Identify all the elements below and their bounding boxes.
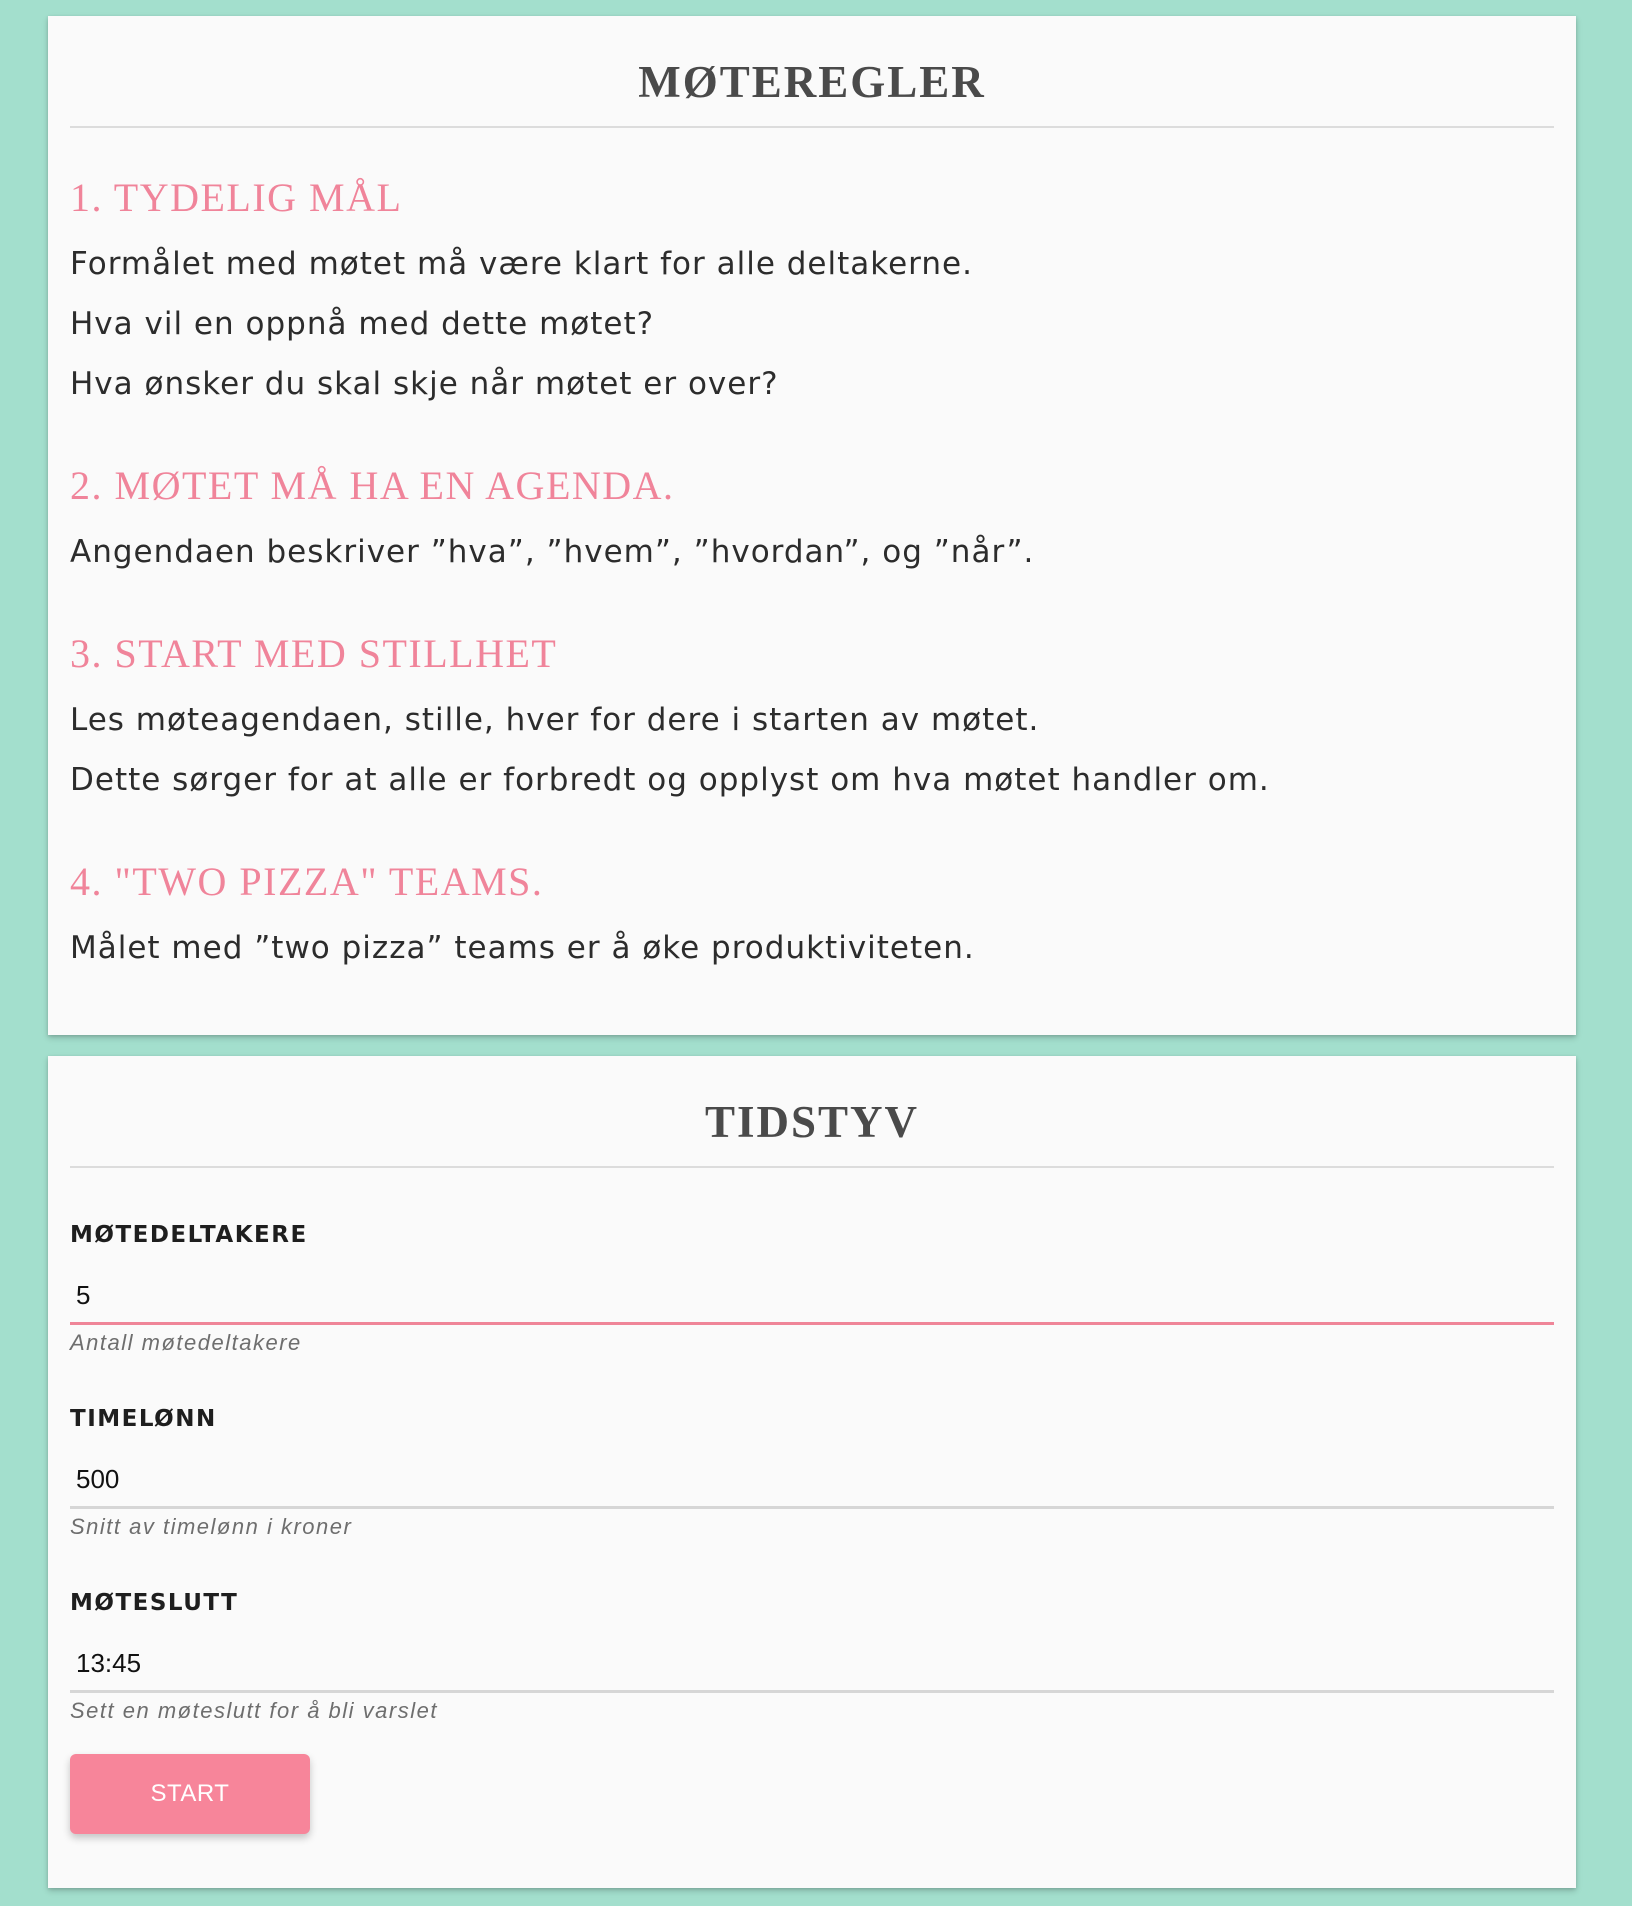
rules-title-divider [70,126,1554,128]
rule-3-line-2: Dette sørger for at alle er forbredt og … [70,762,1270,798]
meeting-end-label: MØTESLUTT [70,1590,239,1616]
rule-4-line-1: Målet med ”two pizza” teams er å øke pro… [70,930,975,966]
rule-1-line-1: Formålet med møtet må være klart for all… [70,246,973,282]
rule-heading-4: 4. "TWO PIZZA" TEAMS. [70,859,544,904]
hourly-wage-label: TIMELØNN [70,1406,217,1432]
start-button[interactable]: START [70,1754,310,1834]
meeting-rules-card: MØTEREGLER 1. TYDELIG MÅL Formålet med m… [48,16,1576,1035]
time-thief-card: TIDSTYV MØTEDELTAKERE Antall møtedeltake… [48,1056,1576,1888]
rule-heading-2: 2. MØTET MÅ HA EN AGENDA. [70,463,675,508]
hourly-wage-input[interactable] [70,1453,1554,1509]
rule-heading-3: 3. START MED STILLHET [70,631,558,676]
rule-1-line-3: Hva ønsker du skal skje når møtet er ove… [70,366,779,402]
rule-heading-1: 1. TYDELIG MÅL [70,175,403,220]
participants-label: MØTEDELTAKERE [70,1222,308,1248]
timer-title: TIDSTYV [704,1097,920,1147]
rule-3-line-1: Les møteagendaen, stille, hver for dere … [70,702,1040,738]
rule-2-line-1: Angendaen beskriver ”hva”, ”hvem”, ”hvor… [70,534,1035,570]
meeting-end-hint: Sett en møteslutt for å bli varslet [70,1698,438,1723]
hourly-wage-hint: Snitt av timelønn i kroner [70,1514,353,1539]
participants-hint: Antall møtedeltakere [70,1330,302,1355]
rules-title: MØTEREGLER [638,57,986,107]
meeting-end-input[interactable] [70,1637,1554,1693]
rule-1-line-2: Hva vil en oppnå med dette møtet? [70,306,655,342]
timer-title-divider [70,1166,1554,1168]
participants-input[interactable] [70,1269,1554,1325]
